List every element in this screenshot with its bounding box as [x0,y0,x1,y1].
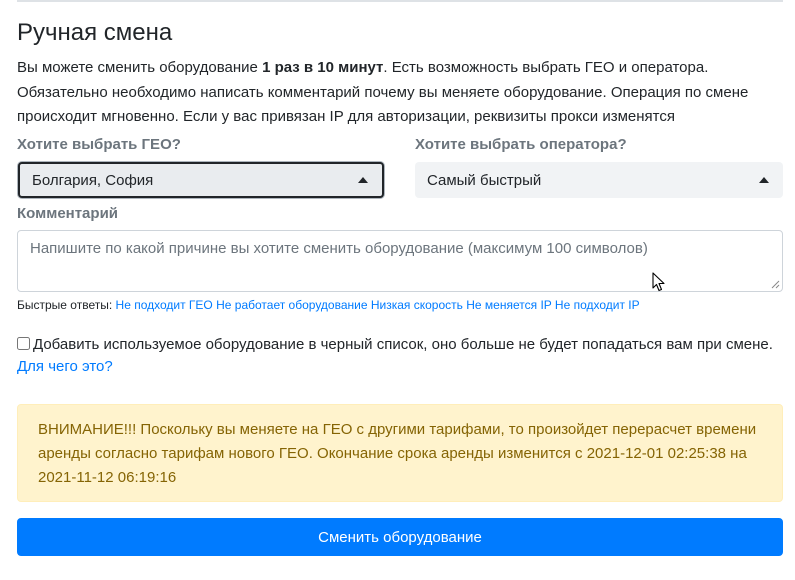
resize-handle-icon[interactable] [770,279,780,289]
comment-label: Комментарий [17,205,119,222]
quick-answers: Быстрые ответы: Не подходит ГЕО Не работ… [17,298,640,312]
warning-alert: ВНИМАНИЕ!!! Поскольку вы меняете на ГЕО … [17,404,783,502]
blacklist-help-link[interactable]: Для чего это? [17,358,113,375]
quick-answer-link[interactable]: Не меняется IP [466,298,551,312]
mouse-cursor-icon [652,272,665,292]
operator-label: Хотите выбрать оператора? [415,136,627,153]
change-equipment-button-label: Сменить оборудование [318,528,482,546]
top-divider [17,0,783,2]
quick-answer-link[interactable]: Не работает оборудование [216,298,367,312]
caret-up-icon [358,177,368,183]
geo-label: Хотите выбрать ГЕО? [17,136,181,153]
warning-text: ВНИМАНИЕ!!! Поскольку вы меняете на ГЕО … [38,421,757,486]
caret-up-icon [759,177,769,183]
operator-select-value: Самый быстрый [427,171,542,189]
blacklist-label: Добавить используемое оборудование в чер… [33,336,773,353]
quick-answer-link[interactable]: Не подходит ГЕО [116,298,213,312]
page-title: Ручная смена [17,19,173,46]
comment-textarea[interactable]: Напишите по какой причине вы хотите смен… [17,230,783,292]
blacklist-option: Добавить используемое оборудование в чер… [17,334,783,378]
quick-answer-link[interactable]: Не подходит IP [555,298,640,312]
change-equipment-button[interactable]: Сменить оборудование [17,518,783,556]
operator-select[interactable]: Самый быстрый [415,162,783,198]
description-text-1: Вы можете сменить оборудование [17,59,263,76]
quick-answers-label: Быстрые ответы: [17,298,113,312]
description: Вы можете сменить оборудование 1 раз в 1… [17,56,777,130]
description-bold: 1 раз в 10 минут [262,59,384,76]
comment-placeholder: Напишите по какой причине вы хотите смен… [30,240,648,257]
blacklist-checkbox[interactable] [17,337,30,350]
geo-select[interactable]: Болгария, София [18,162,384,198]
geo-select-value: Болгария, София [32,171,154,189]
quick-answer-link[interactable]: Низкая скорость [371,298,463,312]
